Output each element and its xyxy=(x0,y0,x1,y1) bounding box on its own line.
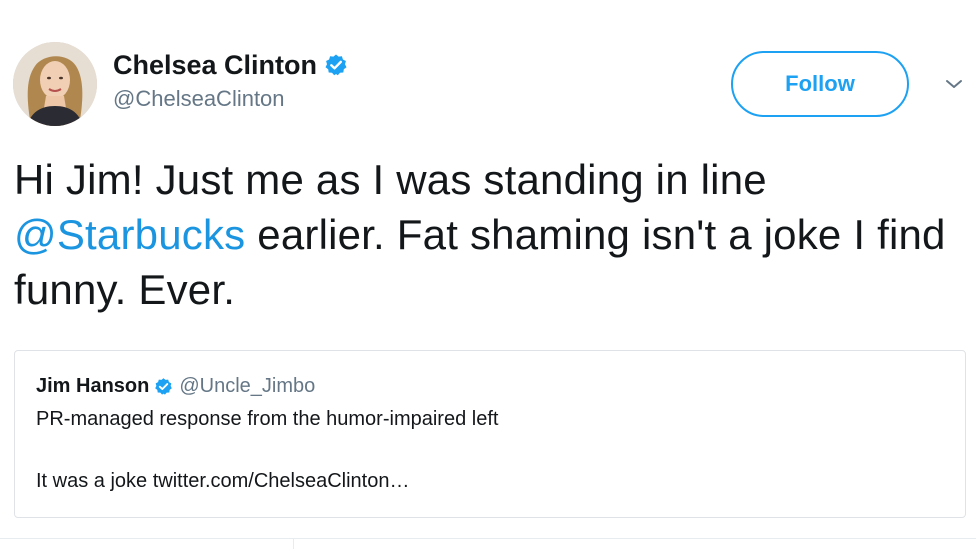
quoted-author-handle: @Uncle_Jimbo xyxy=(179,375,316,397)
quoted-tweet-text-line1: PR-managed response from the humor-impai… xyxy=(36,408,499,430)
author-handle[interactable]: @ChelseaClinton xyxy=(113,86,348,112)
tweet-author: Chelsea Clinton @ChelseaClinton xyxy=(113,48,348,112)
divider xyxy=(293,538,294,549)
quoted-author-name: Jim Hanson xyxy=(36,375,150,397)
divider xyxy=(0,538,976,539)
tweet-text: Hi Jim! Just me as I was standing in lin… xyxy=(14,152,969,317)
verified-badge-icon xyxy=(324,53,348,77)
verified-badge-icon xyxy=(154,377,173,396)
author-name-row: Chelsea Clinton xyxy=(113,48,348,82)
avatar[interactable] xyxy=(13,42,97,126)
author-display-name[interactable]: Chelsea Clinton xyxy=(113,50,317,81)
tweet-card: Chelsea Clinton @ChelseaClinton Follow H… xyxy=(0,0,976,549)
avatar-image xyxy=(13,42,97,126)
quoted-tweet-card[interactable]: Jim Hanson @Uncle_Jimbo PR-managed respo… xyxy=(14,350,966,518)
tweet-text-part1: Hi Jim! Just me as I was standing in lin… xyxy=(14,156,767,203)
follow-button[interactable]: Follow xyxy=(731,51,909,117)
quoted-tweet-text-line2: It was a joke twitter.com/ChelseaClinton… xyxy=(36,470,410,492)
mention-link[interactable]: @Starbucks xyxy=(14,211,245,258)
chevron-down-icon[interactable] xyxy=(943,76,965,92)
quoted-tweet-header: Jim Hanson @Uncle_Jimbo xyxy=(36,375,315,398)
